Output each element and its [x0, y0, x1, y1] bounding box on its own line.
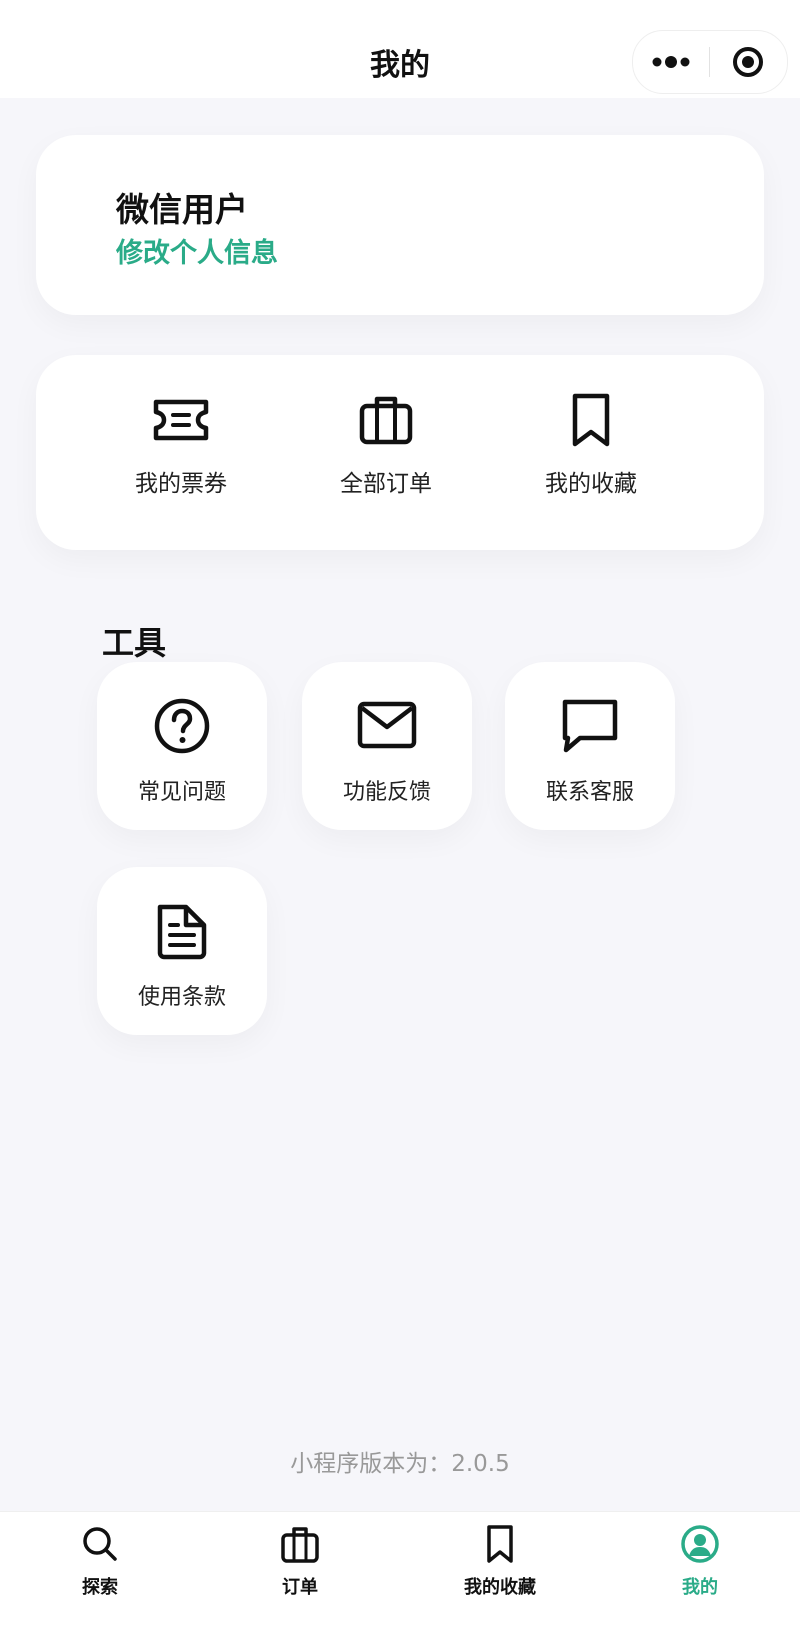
terms-button[interactable]: 使用条款 [97, 867, 267, 1035]
tools-section-title: 工具 [102, 624, 167, 662]
feedback-label: 功能反馈 [342, 780, 431, 805]
search-icon [83, 1527, 117, 1561]
more-button[interactable] [633, 31, 709, 93]
tab-explore[interactable]: 探索 [0, 1512, 200, 1630]
customer-service-label: 联系客服 [545, 780, 634, 805]
briefcase-icon [359, 396, 413, 445]
bookmark-icon [572, 393, 610, 447]
my-favorites-button[interactable]: 我的收藏 [491, 390, 691, 500]
tab-orders[interactable]: 订单 [200, 1512, 400, 1630]
all-orders-button[interactable]: 全部订单 [286, 390, 486, 500]
tab-favorites[interactable]: 我的收藏 [400, 1512, 600, 1630]
tab-mine[interactable]: 我的 [600, 1512, 800, 1630]
my-favorites-label: 我的收藏 [545, 471, 637, 497]
my-tickets-button[interactable]: 我的票券 [81, 390, 281, 500]
mini-program-capsule [632, 30, 788, 94]
bookmark-icon [487, 1525, 513, 1563]
document-icon [157, 904, 207, 960]
close-mini-program-button[interactable] [710, 31, 786, 93]
customer-service-button[interactable]: 联系客服 [505, 662, 675, 830]
tab-mine-label: 我的 [682, 1577, 718, 1598]
quick-actions-card: 我的票券 全部订单 我的收藏 [36, 355, 764, 550]
terms-label: 使用条款 [137, 985, 226, 1010]
faq-button[interactable]: 常见问题 [97, 662, 267, 830]
mail-icon [357, 701, 417, 749]
faq-label: 常见问题 [137, 780, 226, 805]
target-circle-icon [733, 47, 763, 77]
feedback-button[interactable]: 功能反馈 [302, 662, 472, 830]
profile-card[interactable]: 微信用户 修改个人信息 [36, 135, 764, 315]
chat-bubble-icon [562, 699, 618, 753]
user-circle-icon [681, 1525, 719, 1563]
top-nav-bar: 我的 [0, 0, 800, 98]
user-name: 微信用户 [116, 190, 248, 229]
my-tickets-label: 我的票券 [135, 471, 227, 497]
question-circle-icon [154, 698, 210, 754]
tab-orders-label: 订单 [282, 1577, 318, 1598]
ticket-icon [153, 399, 209, 441]
tab-favorites-label: 我的收藏 [464, 1577, 536, 1598]
bottom-tab-bar: 探索 订单 我的收藏 我的 [0, 1511, 800, 1630]
edit-profile-link[interactable]: 修改个人信息 [116, 231, 278, 270]
tab-explore-label: 探索 [82, 1577, 118, 1598]
all-orders-label: 全部订单 [340, 471, 432, 497]
more-dots-icon [652, 56, 690, 68]
briefcase-icon [281, 1527, 319, 1563]
version-text: 小程序版本为：2.0.5 [290, 1451, 510, 1477]
